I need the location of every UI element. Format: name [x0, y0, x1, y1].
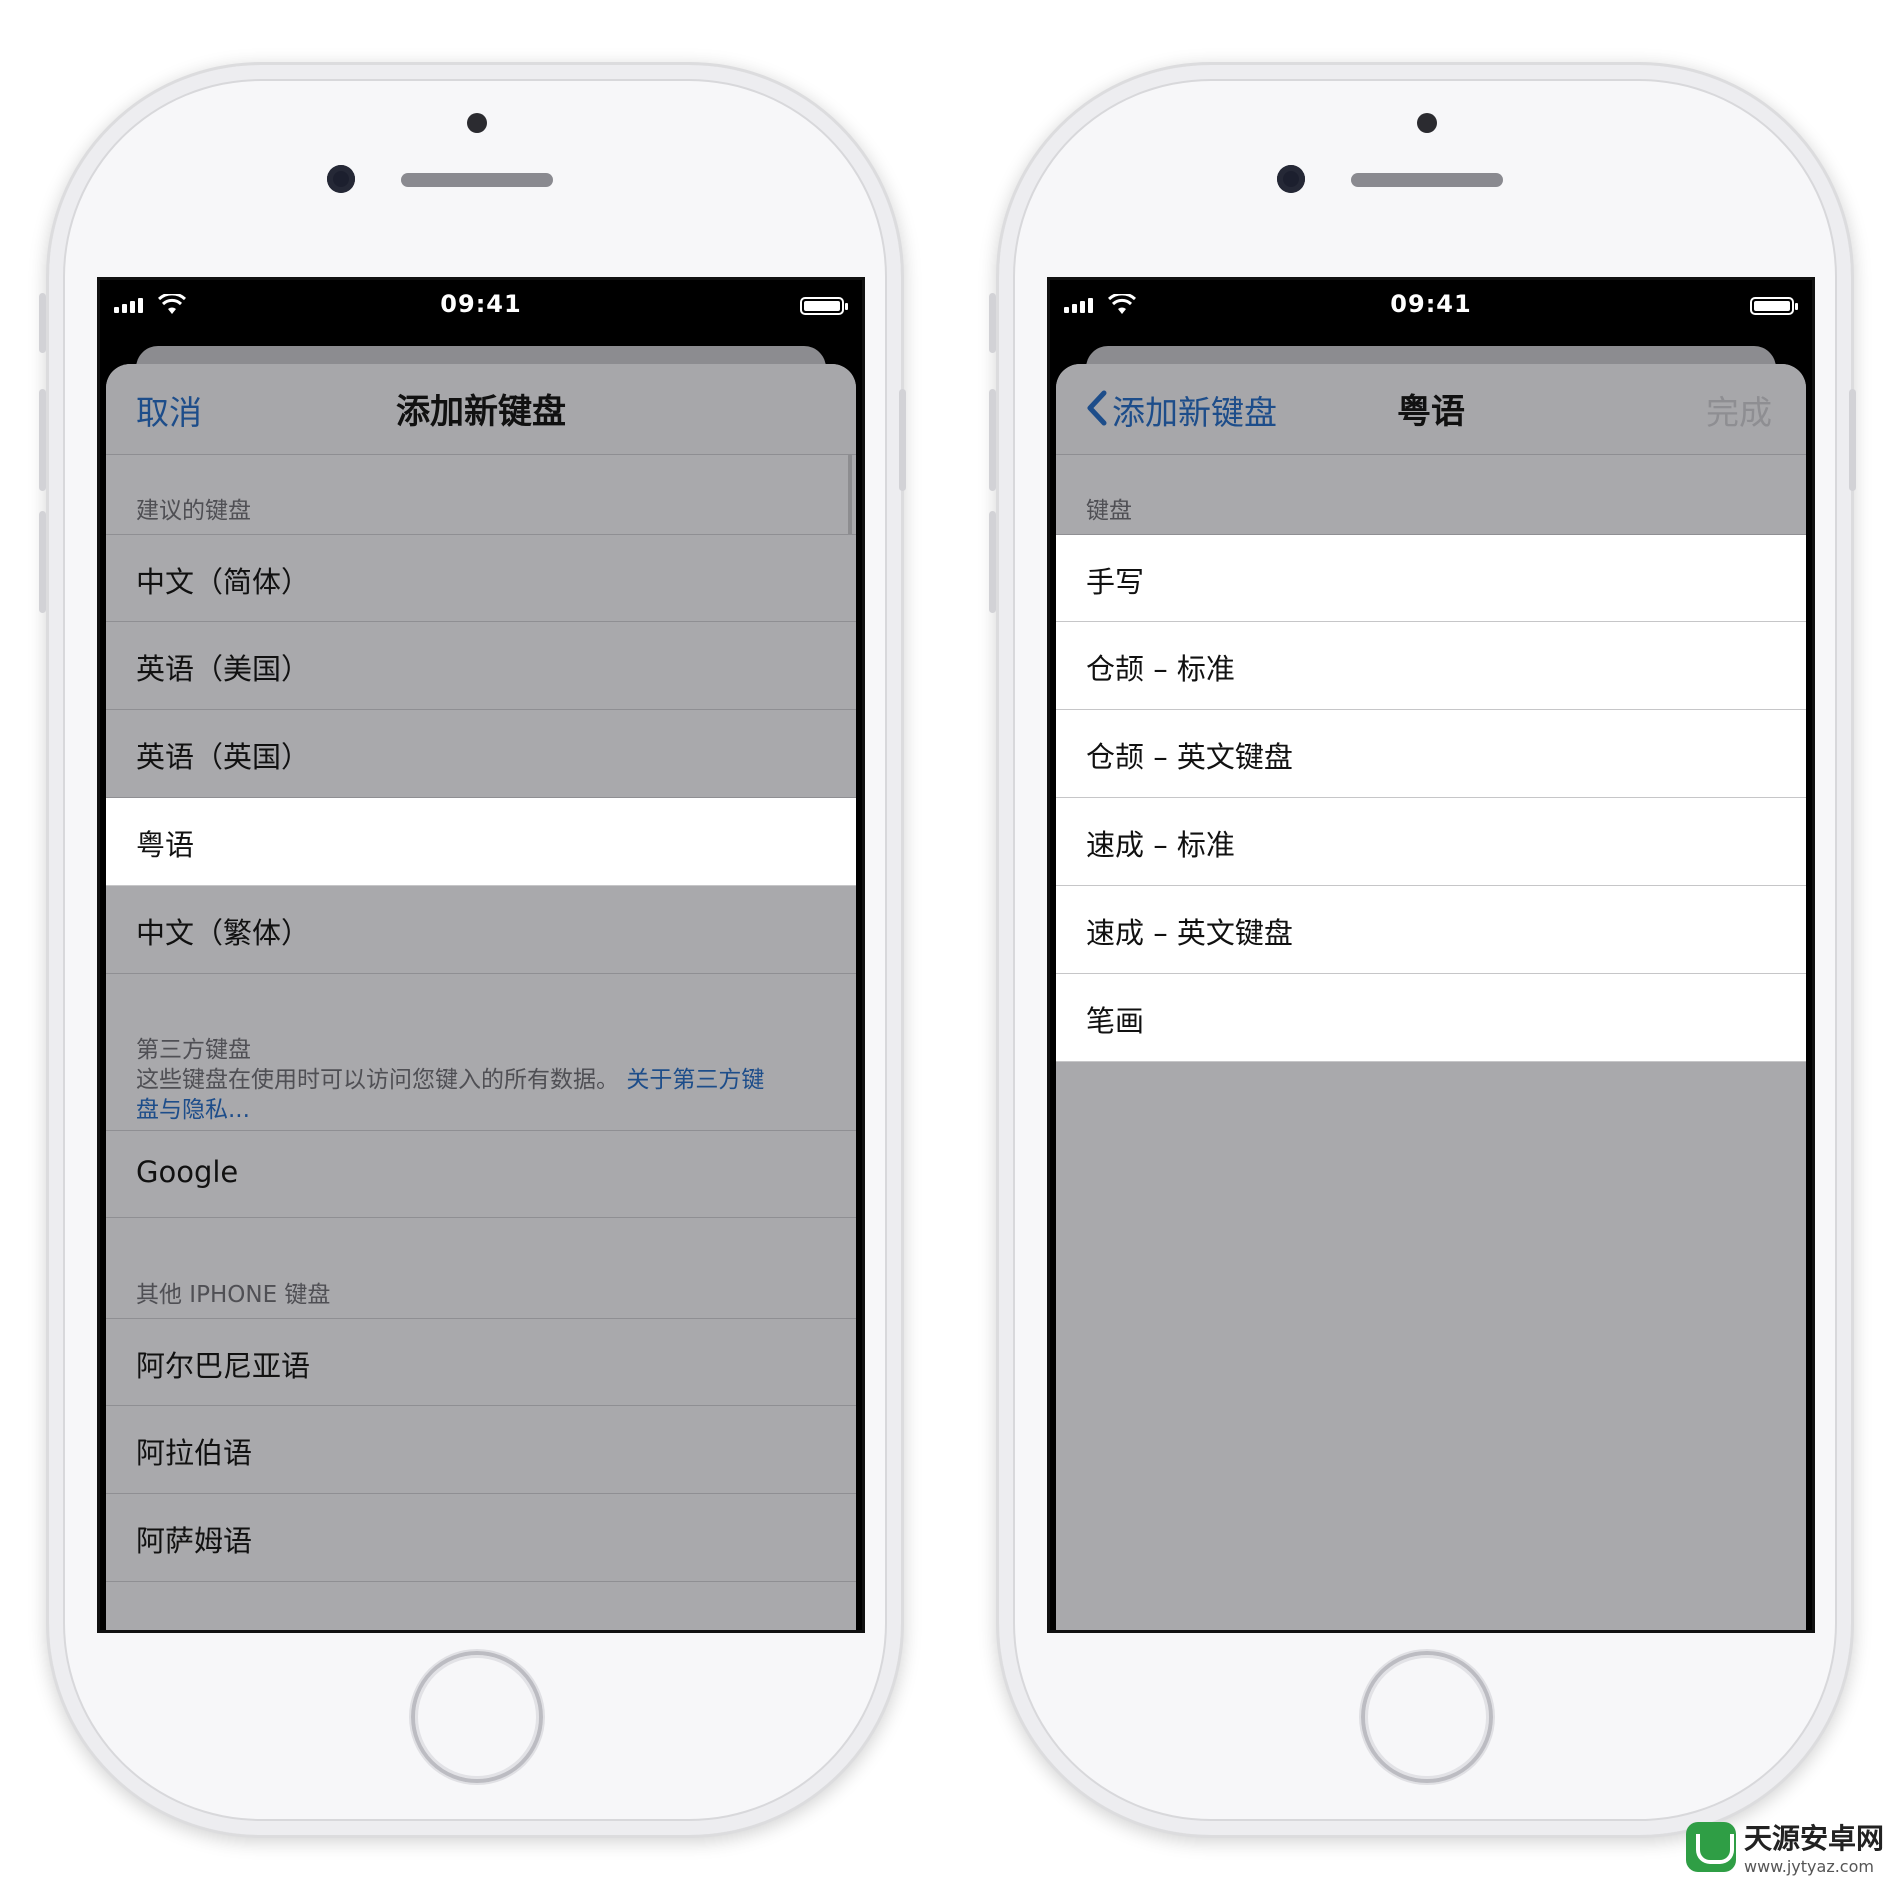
- home-button[interactable]: [411, 1651, 543, 1783]
- site-watermark: 天源安卓网 www.jytyaz.com: [1685, 1817, 1884, 1876]
- front-camera-icon: [327, 165, 355, 193]
- row-label: 手写: [1086, 565, 1145, 599]
- keyboard-row-sucheng-standard[interactable]: 速成 – 标准: [1056, 798, 1806, 886]
- row-label: 中文（简体）: [136, 565, 311, 599]
- watermark-text: 天源安卓网 www.jytyaz.com: [1744, 1817, 1884, 1876]
- iphone-left: 09:41 取消 添加新键盘 建议的键盘 中文（简体） 英语（美国） 英语（英国…: [39, 62, 906, 1838]
- mute-switch: [989, 293, 996, 353]
- screen: 09:41 取消 添加新键盘 建议的键盘 中文（简体） 英语（美国） 英语（英国…: [97, 277, 865, 1633]
- earpiece-speaker: [401, 173, 553, 187]
- add-keyboard-sheet: 取消 添加新键盘 建议的键盘 中文（简体） 英语（美国） 英语（英国） 粤语 中…: [106, 364, 856, 1630]
- battery-icon: [800, 297, 848, 315]
- row-label: Google: [136, 1155, 239, 1189]
- watermark-logo-icon: [1685, 1821, 1736, 1872]
- row-label: 粤语: [136, 828, 195, 862]
- status-time: 09:41: [440, 290, 522, 318]
- status-bar: 09:41: [100, 280, 862, 332]
- row-label: 阿萨姆语: [136, 1524, 253, 1558]
- keyboard-row-chinese-traditional[interactable]: 中文（繁体）: [106, 886, 856, 974]
- watermark-url: www.jytyaz.com: [1743, 1857, 1874, 1876]
- keyboard-row-cangjie-standard[interactable]: 仓颉 – 标准: [1056, 622, 1806, 710]
- volume-down-button: [39, 511, 46, 613]
- keyboard-row-chinese-simplified[interactable]: 中文（简体）: [106, 534, 856, 622]
- keyboards-section-header: 键盘: [1086, 498, 1132, 524]
- status-time: 09:41: [1390, 290, 1472, 318]
- row-label: 阿拉伯语: [136, 1436, 253, 1470]
- power-button: [899, 389, 906, 491]
- mute-switch: [39, 293, 46, 353]
- keyboard-row-albanian[interactable]: 阿尔巴尼亚语: [106, 1318, 856, 1406]
- iphone-right: 09:41 添加新键盘 粤语 完成 键盘 手写 仓颉 – 标准 仓颉 – 英文键…: [989, 62, 1856, 1838]
- row-label: 阿尔巴尼亚语: [136, 1349, 311, 1383]
- cantonese-keyboards-sheet: 添加新键盘 粤语 完成 键盘 手写 仓颉 – 标准 仓颉 – 英文键盘 速成 –…: [1056, 364, 1806, 1630]
- watermark-title: 天源安卓网: [1743, 1822, 1884, 1855]
- page-title: 粤语: [1397, 392, 1465, 432]
- proximity-sensor: [1417, 113, 1437, 133]
- privacy-note: 这些键盘在使用时可以访问您键入的所有数据。: [136, 1067, 619, 1093]
- volume-down-button: [989, 511, 996, 613]
- keyboard-row-sucheng-english[interactable]: 速成 – 英文键盘: [1056, 886, 1806, 974]
- nav-bar: 添加新键盘 粤语 完成: [1056, 364, 1806, 455]
- battery-icon: [1750, 297, 1798, 315]
- row-label: 英语（英国）: [136, 740, 311, 774]
- earpiece-speaker: [1351, 173, 1503, 187]
- row-label: 速成 – 标准: [1086, 828, 1235, 862]
- keyboard-row-cangjie-english[interactable]: 仓颉 – 英文键盘: [1056, 710, 1806, 798]
- suggested-section-header: 建议的键盘: [136, 498, 251, 524]
- home-button[interactable]: [1361, 1651, 1493, 1783]
- volume-up-button: [39, 389, 46, 491]
- keyboard-row-stroke[interactable]: 笔画: [1056, 974, 1806, 1062]
- keyboard-row-assamese[interactable]: 阿萨姆语: [106, 1494, 856, 1582]
- volume-up-button: [989, 389, 996, 491]
- row-label: 仓颉 – 英文键盘: [1086, 740, 1293, 774]
- front-camera-icon: [1277, 165, 1305, 193]
- third-party-description: 这些键盘在使用时可以访问您键入的所有数据。 关于第三方键: [136, 1065, 826, 1095]
- screen: 09:41 添加新键盘 粤语 完成 键盘 手写 仓颉 – 标准 仓颉 – 英文键…: [1047, 277, 1815, 1633]
- row-label: 中文（繁体）: [136, 916, 311, 950]
- keyboard-row-arabic[interactable]: 阿拉伯语: [106, 1406, 856, 1494]
- row-label: 英语（美国）: [136, 652, 311, 686]
- status-bar: 09:41: [1050, 280, 1812, 332]
- privacy-link-continued[interactable]: 盘与隐私...: [136, 1095, 826, 1125]
- row-label: 速成 – 英文键盘: [1086, 916, 1293, 950]
- keyboard-row-cantonese[interactable]: 粤语: [106, 798, 856, 886]
- row-label: 笔画: [1086, 1004, 1145, 1038]
- third-party-title: 第三方键盘: [136, 1037, 251, 1063]
- proximity-sensor: [467, 113, 487, 133]
- keyboard-row-handwriting[interactable]: 手写: [1056, 534, 1806, 622]
- row-label: 仓颉 – 标准: [1086, 652, 1235, 686]
- keyboard-row-english-us[interactable]: 英语（美国）: [106, 622, 856, 710]
- other-section-header: 其他 IPHONE 键盘: [136, 1282, 331, 1308]
- page-title: 添加新键盘: [396, 392, 566, 432]
- nav-bar: 取消 添加新键盘: [106, 364, 856, 455]
- power-button: [1849, 389, 1856, 491]
- keyboard-row-english-uk[interactable]: 英语（英国）: [106, 710, 856, 798]
- third-party-section-header: 第三方键盘 这些键盘在使用时可以访问您键入的所有数据。 关于第三方键 盘与隐私.…: [136, 1035, 826, 1125]
- keyboard-row-google[interactable]: Google: [106, 1130, 856, 1218]
- done-button[interactable]: 完成: [1706, 386, 1772, 434]
- privacy-link[interactable]: 关于第三方键: [626, 1067, 764, 1093]
